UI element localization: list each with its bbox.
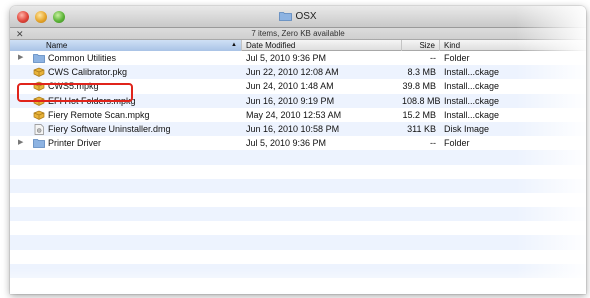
file-kind: Install...ckage (444, 109, 500, 120)
file-date: May 24, 2010 12:53 AM (246, 109, 342, 120)
title-bar[interactable]: OSX (10, 6, 586, 28)
file-name: CWS5.mpkg (48, 81, 99, 92)
file-size: 311 KB (407, 123, 436, 134)
package-icon (33, 81, 45, 92)
file-date: Jun 22, 2010 12:08 AM (246, 67, 339, 78)
file-kind: Install...ckage (444, 67, 500, 78)
empty-row (10, 193, 586, 207)
file-size: 15.2 MB (402, 109, 436, 120)
package-icon (33, 67, 45, 78)
window-title: OSX (10, 11, 586, 24)
tools-icon[interactable]: ✕ (16, 28, 24, 40)
file-size: -- (430, 138, 436, 149)
disk-image-icon (33, 124, 45, 135)
column-size-label: Size (419, 41, 435, 50)
file-size: 8.3 MB (407, 67, 436, 78)
file-name: Fiery Remote Scan.mpkg (48, 109, 150, 120)
column-date-label: Date Modified (246, 41, 296, 50)
column-name-label: Name (46, 41, 68, 50)
file-name: CWS Calibrator.pkg (48, 67, 128, 78)
empty-row (10, 207, 586, 222)
file-date: Jul 5, 2010 9:36 PM (246, 53, 327, 63)
package-icon (33, 110, 45, 121)
file-kind: Install...ckage (444, 95, 500, 106)
empty-row (10, 292, 586, 294)
file-date: Jun 16, 2010 9:19 PM (246, 95, 335, 106)
file-name: Printer Driver (48, 138, 102, 149)
disclosure-triangle-icon[interactable]: ▶ (18, 51, 26, 65)
column-header-name[interactable]: Name ▲ (10, 40, 242, 51)
file-date: Jun 16, 2010 10:58 PM (246, 123, 340, 134)
column-header: Name ▲ Date Modified Size Kind (10, 40, 586, 51)
empty-row (10, 263, 586, 278)
folder-icon (279, 11, 293, 24)
empty-row (10, 235, 586, 250)
status-bar: ✕ 7 items, Zero KB available (10, 28, 586, 40)
file-row-cws-calibrator[interactable]: CWS Calibrator.pkg Jun 22, 2010 12:08 AM… (10, 65, 586, 80)
file-kind: Folder (444, 53, 470, 63)
file-date: Jul 5, 2010 9:36 PM (246, 138, 327, 149)
column-header-kind[interactable]: Kind (440, 40, 586, 51)
file-name: Common Utilities (48, 53, 117, 63)
file-size: 39.8 MB (402, 81, 436, 92)
file-row-printer-driver[interactable]: ▶ Printer Driver Jul 5, 2010 9:36 PM -- … (10, 136, 586, 150)
empty-row (10, 150, 586, 165)
empty-row (10, 178, 586, 193)
file-name: EFI Hot Folders.mpkg (48, 95, 136, 106)
file-list: ▶ Common Utilities Jul 5, 2010 9:36 PM -… (10, 51, 586, 294)
file-name: Fiery Software Uninstaller.dmg (48, 123, 171, 134)
file-kind: Install...ckage (444, 81, 500, 92)
disclosure-triangle-icon[interactable]: ▶ (18, 136, 26, 150)
file-date: Jun 24, 2010 1:48 AM (246, 81, 334, 92)
folder-icon (33, 138, 45, 149)
empty-row (10, 165, 586, 179)
file-row-fiery-uninstaller[interactable]: Fiery Software Uninstaller.dmg Jun 16, 2… (10, 121, 586, 137)
column-header-size[interactable]: Size (402, 40, 440, 51)
finder-window: OSX ✕ 7 items, Zero KB available Name ▲ … (10, 6, 586, 294)
file-row-fiery-remote-scan[interactable]: Fiery Remote Scan.mpkg May 24, 2010 12:5… (10, 108, 586, 122)
column-kind-label: Kind (444, 41, 461, 50)
file-size: -- (430, 53, 436, 63)
empty-row (10, 221, 586, 235)
window-title-text: OSX (295, 11, 317, 22)
status-text: 7 items, Zero KB available (251, 29, 345, 38)
file-size: 108.8 MB (402, 95, 441, 106)
file-row-cws5[interactable]: CWS5.mpkg Jun 24, 2010 1:48 AM 39.8 MB I… (10, 79, 586, 93)
column-header-date[interactable]: Date Modified (242, 40, 402, 51)
file-kind: Folder (444, 138, 470, 149)
empty-row (10, 278, 586, 292)
file-row-efi-hot-folders[interactable]: EFI Hot Folders.mpkg Jun 16, 2010 9:19 P… (10, 93, 586, 108)
file-kind: Disk Image (444, 123, 490, 134)
file-row-common-utilities[interactable]: ▶ Common Utilities Jul 5, 2010 9:36 PM -… (10, 51, 586, 65)
package-icon (33, 96, 45, 107)
folder-icon (33, 53, 45, 64)
sort-ascending-icon: ▲ (231, 42, 237, 48)
empty-row (10, 250, 586, 264)
